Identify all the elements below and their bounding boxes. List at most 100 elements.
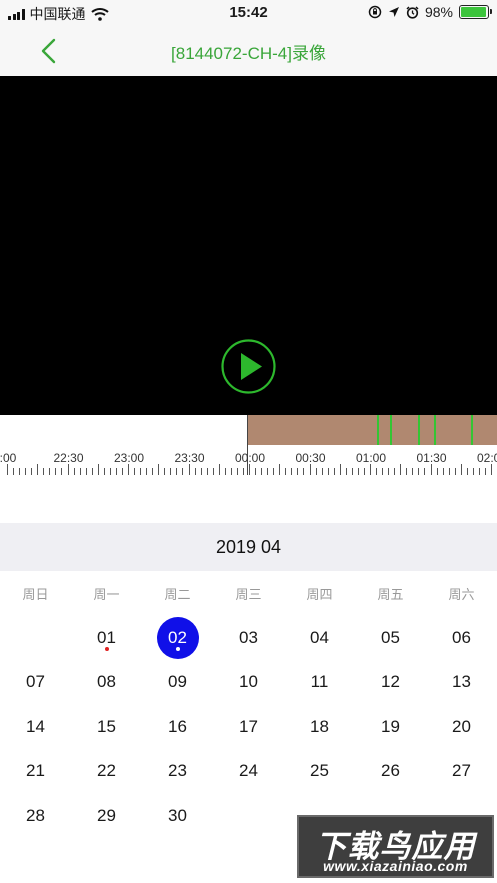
watermark-url: www.xiazainiao.com	[323, 858, 468, 874]
calendar-day[interactable]: 01	[86, 617, 128, 659]
calendar-day[interactable]: 22	[86, 750, 128, 792]
calendar-day[interactable]: 15	[86, 706, 128, 748]
timeline-tick	[315, 468, 317, 475]
timeline-tick	[152, 468, 154, 475]
calendar-day-number: 21	[26, 761, 45, 780]
calendar-day[interactable]: 18	[299, 706, 341, 748]
recorded-segment	[248, 415, 497, 445]
timeline-tick	[37, 464, 39, 475]
calendar-day[interactable]: 27	[441, 750, 483, 792]
calendar-day[interactable]: 26	[370, 750, 412, 792]
calendar-day[interactable]: 25	[299, 750, 341, 792]
calendar-day[interactable]: 29	[86, 795, 128, 837]
calendar-day[interactable]: 12	[370, 661, 412, 703]
calendar-day-number: 30	[168, 806, 187, 825]
timeline-tick	[327, 468, 329, 475]
weekday-label: 周日	[22, 587, 49, 602]
timeline-tick	[236, 468, 238, 475]
timeline-tick	[339, 464, 341, 475]
calendar-day[interactable]: 06	[441, 617, 483, 659]
timeline-tick	[67, 464, 69, 475]
calendar-day[interactable]: 30	[157, 795, 199, 837]
calendar-day[interactable]: 07	[15, 661, 57, 703]
recording-indicator-dot	[104, 647, 109, 651]
recording-timeline[interactable]: 2:00 22:30 23:00 23:30 00:00 00:30 01:00 01:30 0…	[0, 415, 497, 477]
calendar-day[interactable]: 20	[441, 706, 483, 748]
calendar-day[interactable]: 09	[157, 661, 199, 703]
calendar-day-number: 09	[168, 672, 187, 691]
battery-level-fill	[461, 7, 487, 17]
timeline-tick	[351, 468, 353, 475]
play-icon[interactable]	[221, 339, 276, 394]
nav-bar: [8144072-CH-4]录像	[0, 26, 497, 76]
timeline-time-label: 00:30	[295, 451, 326, 465]
calendar-day[interactable]: 02	[156, 617, 199, 659]
timeline-tick	[400, 464, 402, 475]
timeline-tick	[261, 468, 263, 475]
timeline-tick	[134, 468, 136, 475]
location-icon	[388, 7, 399, 17]
timeline-tick	[13, 468, 15, 475]
calendar-day[interactable]: 03	[228, 617, 270, 659]
timeline-tick	[297, 468, 299, 475]
calendar-day[interactable]: 21	[15, 750, 57, 792]
calendar-day[interactable]: 19	[370, 706, 412, 748]
calendar-day[interactable]: 04	[299, 617, 341, 659]
calendar-day-number: 11	[310, 672, 329, 691]
timeline-tick	[436, 468, 438, 475]
calendar-day[interactable]: 10	[228, 661, 270, 703]
calendar-day-number: 20	[452, 717, 471, 736]
calendar-day-number: 06	[452, 628, 471, 647]
calendar-day-number: 04	[310, 628, 329, 647]
calendar-day-number: 22	[97, 761, 116, 780]
calendar-day[interactable]: 11	[299, 661, 341, 703]
calendar-day[interactable]: 13	[441, 661, 483, 703]
timeline-tick	[146, 468, 148, 475]
timeline-tick	[273, 468, 275, 475]
recording-marker	[390, 415, 392, 445]
calendar-day-number: 19	[381, 717, 400, 736]
calendar-day-number: 05	[381, 628, 400, 647]
timeline-tick	[454, 468, 456, 475]
playhead[interactable]	[247, 415, 248, 475]
calendar-day-number: 24	[239, 761, 258, 780]
timeline-time-label: 01:00	[356, 451, 387, 465]
video-player[interactable]	[0, 76, 497, 415]
calendar-day-number: 28	[26, 806, 45, 825]
weekday-label: 周五	[377, 587, 404, 602]
timeline-tick	[357, 468, 359, 475]
timeline-time-label: 23:30	[174, 451, 205, 465]
calendar-day[interactable]: 08	[86, 661, 128, 703]
calendar-day-number: 13	[452, 672, 471, 691]
timeline-tick	[91, 468, 93, 475]
timeline-tick	[484, 468, 486, 475]
timeline-tick	[418, 468, 420, 475]
calendar-day-number: 12	[381, 672, 400, 691]
page-title: [8144072-CH-4]录像	[171, 44, 326, 63]
calendar-day[interactable]: 17	[228, 706, 270, 748]
calendar-day[interactable]: 16	[157, 706, 199, 748]
timeline-tick	[49, 468, 51, 475]
calendar-day[interactable]: 24	[228, 750, 270, 792]
weekday-label: 周三	[235, 587, 262, 602]
timeline-tick	[103, 468, 105, 475]
timeline-tick	[7, 464, 8, 475]
status-bar: 中国联通 15:42 98%	[0, 0, 497, 26]
calendar-day[interactable]: 28	[15, 795, 57, 837]
weekday-header: 周日 周一 周二 周三 周四 周五 周六	[0, 584, 497, 604]
timeline-tick	[19, 468, 21, 475]
timeline-tick	[109, 468, 111, 475]
timeline-tick	[333, 468, 335, 475]
calendar-day[interactable]: 23	[157, 750, 199, 792]
calendar-day[interactable]: 05	[370, 617, 412, 659]
calendar-day-number: 17	[239, 717, 258, 736]
timeline-tick	[97, 464, 99, 475]
battery-percent: 98%	[424, 4, 453, 20]
calendar-day-number: 02	[168, 628, 187, 647]
recording-marker	[434, 415, 436, 445]
calendar-day-number: 14	[26, 717, 45, 736]
timeline-tick	[218, 464, 220, 475]
timeline-tick	[188, 464, 190, 475]
calendar-day[interactable]: 14	[15, 706, 57, 748]
alarm-icon	[406, 5, 419, 19]
